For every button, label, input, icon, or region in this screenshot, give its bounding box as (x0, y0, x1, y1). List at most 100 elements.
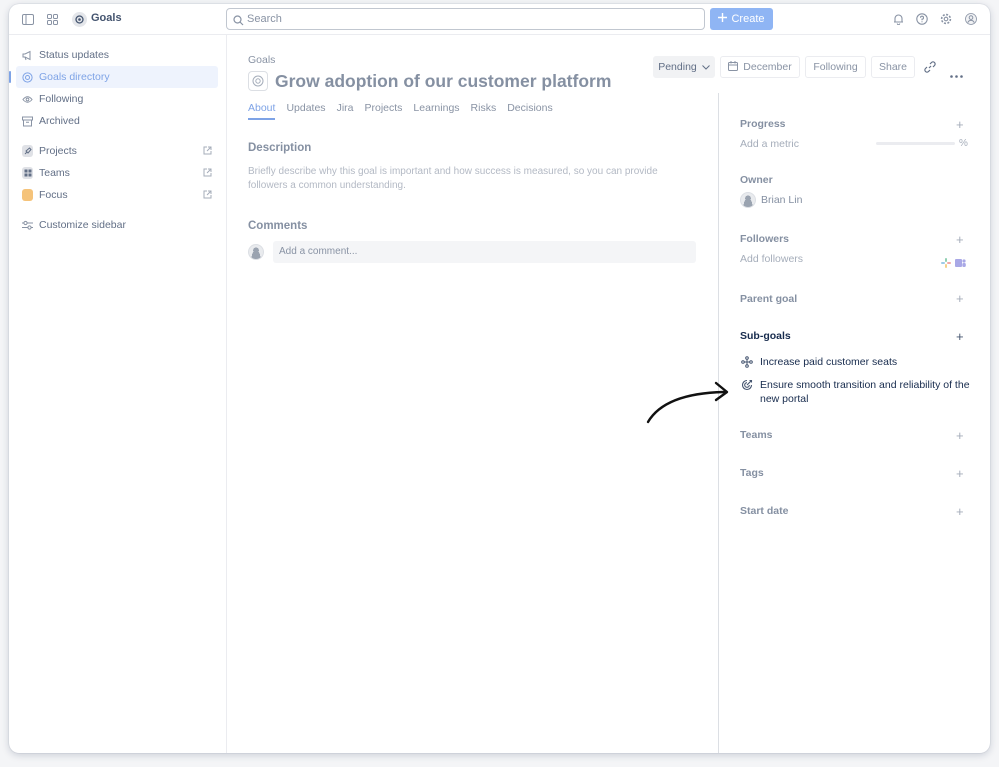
tab-learnings[interactable]: Learnings (413, 102, 459, 120)
external-link-icon[interactable] (203, 146, 212, 158)
sidebar-item-label: Goals directory (39, 71, 110, 83)
breadcrumb[interactable]: Goals (248, 54, 275, 66)
slack-icon[interactable] (941, 255, 951, 273)
add-followers-link[interactable]: Add followers (740, 253, 803, 265)
description-heading: Description (248, 142, 312, 154)
external-link-icon[interactable] (203, 168, 212, 180)
eye-icon (22, 94, 33, 105)
external-link-icon[interactable] (203, 190, 212, 202)
customize-sidebar-label: Customize sidebar (39, 219, 126, 231)
sidebar-item-teams[interactable]: Teams (16, 162, 218, 184)
teams-app-icon[interactable] (955, 255, 966, 273)
add-team-plus-icon[interactable]: + (956, 429, 964, 442)
sidebar-item-following[interactable]: Following (16, 88, 218, 110)
add-parent-goal-plus-icon[interactable]: + (956, 292, 964, 305)
more-options-icon[interactable] (950, 65, 963, 83)
progress-unit: % (959, 138, 968, 149)
owner-picker[interactable]: Brian Lin (740, 192, 802, 208)
subgoal-target-icon (741, 379, 753, 391)
sidebar-item-label: Projects (39, 145, 77, 157)
target-date-button[interactable]: December (720, 56, 800, 78)
page-title[interactable]: Grow adoption of our customer platform (275, 71, 611, 92)
sidebar-item-label: Teams (39, 167, 70, 179)
sidebar-item-label: Status updates (39, 49, 110, 61)
sidebar-item-label: Archived (39, 115, 80, 127)
create-button[interactable]: Create (710, 8, 773, 30)
teams-icon (22, 167, 33, 179)
megaphone-icon (22, 50, 33, 61)
add-subgoal-plus-icon[interactable]: + (956, 330, 964, 343)
customize-icon (22, 220, 33, 231)
progress-label: Progress (740, 118, 786, 130)
goal-target-icon[interactable] (248, 71, 268, 91)
help-icon[interactable] (915, 12, 929, 26)
sidebar-toggle-icon[interactable] (21, 12, 35, 26)
add-follower-plus-icon[interactable]: + (956, 233, 964, 246)
annotation-arrow-icon (646, 381, 729, 424)
top-bar: Goals Create (9, 4, 990, 35)
parent-goal-label: Parent goal (740, 293, 798, 305)
description-placeholder[interactable]: Briefly describe why this goal is import… (248, 165, 688, 193)
avatar (740, 192, 756, 208)
chevron-down-icon (701, 61, 710, 73)
settings-icon[interactable] (939, 12, 953, 26)
sidebar-item-status-updates[interactable]: Status updates (16, 44, 218, 66)
goal-main: Goals Grow adoption of our customer plat… (227, 35, 718, 753)
owner-label: Owner (740, 174, 773, 186)
goals-app-logo-icon[interactable] (72, 12, 87, 27)
goal-target-icon (22, 71, 33, 83)
app-name[interactable]: Goals (91, 12, 122, 24)
profile-icon[interactable] (964, 12, 978, 26)
search-bar[interactable] (226, 8, 705, 30)
comment-input[interactable]: Add a comment... (273, 241, 696, 263)
search-input[interactable] (247, 12, 687, 26)
sidebar-item-archived[interactable]: Archived (16, 110, 218, 132)
create-label: Create (731, 13, 765, 25)
list-item[interactable]: Ensure smooth transition and reliability… (741, 378, 971, 406)
subgoals-label: Sub-goals (740, 330, 791, 342)
following-button[interactable]: Following (805, 56, 866, 78)
sidebar: Status updates Goals directory Following… (9, 35, 227, 753)
subgoal-title: Increase paid customer seats (760, 356, 898, 368)
notifications-icon[interactable] (891, 12, 905, 26)
tab-projects[interactable]: Projects (364, 102, 402, 120)
calendar-icon (728, 60, 739, 74)
active-indicator (9, 71, 11, 83)
subgoal-tree-icon (741, 356, 753, 368)
followers-label: Followers (740, 233, 790, 245)
archive-icon (22, 116, 33, 127)
teams-label: Teams (740, 429, 773, 441)
comments-heading: Comments (248, 220, 308, 232)
status-dropdown[interactable]: Pending (653, 56, 715, 78)
sidebar-item-goals-directory[interactable]: Goals directory (9, 66, 218, 88)
tab-about[interactable]: About (248, 102, 276, 120)
details-panel: Progress + Add a metric % Owner Brian Li… (718, 93, 990, 753)
add-tag-plus-icon[interactable]: + (956, 467, 964, 480)
tab-risks[interactable]: Risks (471, 102, 497, 120)
target-date-label: December (743, 61, 792, 73)
owner-name: Brian Lin (761, 194, 803, 206)
list-item[interactable]: Increase paid customer seats (741, 355, 971, 369)
add-start-date-plus-icon[interactable]: + (956, 505, 964, 518)
sidebar-item-label: Following (39, 93, 84, 105)
plus-icon (718, 13, 728, 25)
tab-updates[interactable]: Updates (286, 102, 325, 120)
add-progress-plus-icon[interactable]: + (956, 118, 964, 131)
tab-decisions[interactable]: Decisions (507, 102, 553, 120)
sidebar-item-label: Focus (39, 189, 68, 201)
goal-tabs: About Updates Jira Projects Learnings Ri… (248, 102, 553, 120)
start-date-label: Start date (740, 505, 789, 517)
progress-bar (876, 142, 955, 145)
link-icon[interactable] (924, 60, 936, 78)
app-window: Goals Create (9, 4, 990, 753)
add-metric-link[interactable]: Add a metric (740, 138, 799, 150)
tab-jira[interactable]: Jira (337, 102, 354, 120)
app-switcher-icon[interactable] (45, 12, 59, 26)
sidebar-item-projects[interactable]: Projects (16, 140, 218, 162)
subgoal-title: Ensure smooth transition and reliability… (760, 379, 970, 405)
tags-label: Tags (740, 467, 764, 479)
sidebar-item-focus[interactable]: Focus (16, 184, 218, 206)
share-button[interactable]: Share (871, 56, 915, 78)
status-label: Pending (658, 61, 697, 73)
customize-sidebar-button[interactable]: Customize sidebar (16, 214, 218, 236)
